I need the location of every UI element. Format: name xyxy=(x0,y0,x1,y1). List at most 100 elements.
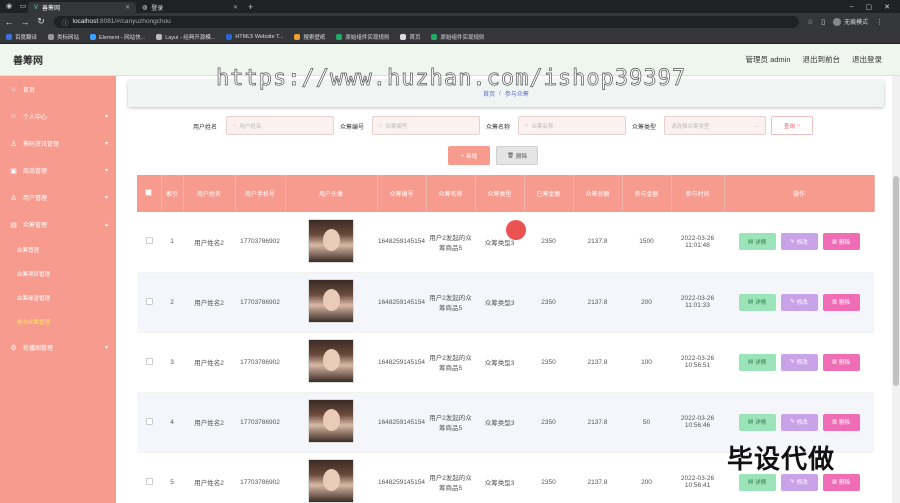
delete-button[interactable]: ▥ 删除 xyxy=(822,353,860,371)
table-row: 1 用户姓名2 17703786902 1648259145154 用户2发起的众筹商品… xyxy=(137,212,874,273)
trash-icon: ▥ xyxy=(831,299,838,305)
trash-icon: ▥ xyxy=(831,479,838,485)
select-all-cell[interactable] xyxy=(137,175,162,212)
browser-menu-icon[interactable]: ◉ xyxy=(4,2,14,11)
batch-delete-button[interactable]: 🗑 删除 xyxy=(496,146,538,165)
window-close-icon[interactable]: ✕ xyxy=(884,3,890,11)
crowd-type-label: 众筹类型 xyxy=(632,125,657,131)
reload-icon[interactable]: ↻ xyxy=(34,16,48,27)
more-icon[interactable]: ⋮ xyxy=(876,18,883,26)
edit-button[interactable]: ✎ 修改 xyxy=(780,353,818,371)
minimize-icon[interactable]: – xyxy=(850,3,854,11)
edit-button[interactable]: ✎ 修改 xyxy=(780,293,818,311)
bookmark-item[interactable]: 原始组件实现规则 xyxy=(336,33,389,41)
column-header: 用户手机号 xyxy=(235,175,286,212)
sidebar-subitem-crowdfunding[interactable]: 众筹管理 xyxy=(0,238,116,262)
sidebar-item-goods[interactable]: ▣ 商品管理 ▾ xyxy=(0,157,116,184)
edit-button[interactable]: ✎ 修改 xyxy=(780,413,818,431)
document-icon: ▤ xyxy=(747,479,754,485)
select-all-checkbox[interactable] xyxy=(145,189,153,196)
sidebar-subitem-participation[interactable]: 参与众筹管理 xyxy=(0,310,116,334)
bookmark-item[interactable]: Element - 网站快... xyxy=(90,33,145,41)
sidebar-item-profile[interactable]: ☺ 个人中心 ▾ xyxy=(0,103,116,130)
query-button[interactable]: 查询 ○ xyxy=(771,116,813,135)
bookmark-item[interactable]: 百度翻译 xyxy=(6,33,37,41)
bookmark-item[interactable]: Layui - 经典开源模... xyxy=(156,33,215,41)
row-checkbox[interactable] xyxy=(145,417,153,425)
tab-login[interactable]: ◍ 登录 ✕ xyxy=(136,2,244,13)
cell-phone: 17703786902 xyxy=(235,272,285,333)
row-checkbox[interactable] xyxy=(145,477,153,485)
row-checkbox[interactable] xyxy=(145,237,153,245)
bookmark-item[interactable]: 原始组件实现规则 xyxy=(431,33,484,41)
detail-button[interactable]: ▤ 详情 xyxy=(738,233,776,251)
sidebar-item-crowdfunding[interactable]: ▤ 众筹管理 ▾ xyxy=(0,211,116,238)
column-header: 参与金额 xyxy=(622,175,672,212)
wallpaper-icon xyxy=(294,33,301,40)
close-icon[interactable]: ✕ xyxy=(125,4,130,11)
cell-crowd-name: 用户2发起的众筹商品5 xyxy=(426,272,475,333)
detail-button[interactable]: ▤ 详情 xyxy=(738,293,776,311)
tab-active[interactable]: V 善筹网 ✕ xyxy=(28,2,136,13)
home-page-icon xyxy=(400,33,407,40)
bookmark-item[interactable]: 搜索壁纸 xyxy=(294,33,325,41)
window-controls: – ▢ ✕ xyxy=(850,3,890,11)
crowd-name-input[interactable]: ○ 众筹名称 xyxy=(518,116,626,135)
sidebar-icon[interactable]: ▯ xyxy=(821,18,825,26)
bookmark-item[interactable]: 类标网站 xyxy=(48,33,79,41)
row-select-cell[interactable] xyxy=(137,452,161,503)
user-name-input[interactable]: ○ 用户姓名 xyxy=(226,116,334,135)
back-icon[interactable]: ← xyxy=(2,17,16,27)
current-user: 管理员 admin xyxy=(745,55,791,64)
row-select-cell[interactable] xyxy=(137,332,161,393)
column-header: 索引 xyxy=(161,175,184,212)
edit-button[interactable]: ✎ 修改 xyxy=(780,473,818,491)
detail-button[interactable]: ▤ 详情 xyxy=(738,413,776,431)
trash-icon: 🗑 xyxy=(507,152,514,159)
delete-button[interactable]: ▥ 删除 xyxy=(822,473,860,491)
cell-time: 2022-03-26 11:01:33 xyxy=(671,272,724,333)
page-scrollbar[interactable] xyxy=(892,76,900,503)
cell-crowd-name: 用户2发起的众筹商品5 xyxy=(426,452,475,503)
sidebar-item-home[interactable]: ⌂ 首页 xyxy=(0,76,116,103)
new-tab-icon[interactable]: + xyxy=(248,2,253,12)
browser-tabs-icon[interactable]: ▭ xyxy=(18,2,28,11)
sidebar-item-users[interactable]: ♙ 用户管理 ▾ xyxy=(0,184,116,211)
edit-button[interactable]: ✎ 修改 xyxy=(780,233,818,251)
folder-icon: ▤ xyxy=(10,221,17,229)
sidebar-subitem-projects[interactable]: 众筹项目管理 xyxy=(0,262,116,286)
row-select-cell[interactable] xyxy=(137,212,161,273)
url-input[interactable]: ⓘ localhost :8081/#/canyuzhongchou xyxy=(54,15,799,28)
sidebar-item-news[interactable]: ♙ 筹码资讯管理 ▾ xyxy=(0,130,116,157)
back-to-front-link[interactable]: 退出到前台 xyxy=(803,54,841,65)
crowd-no-input[interactable]: ○ 众筹编号 xyxy=(372,116,480,135)
forward-icon[interactable]: → xyxy=(18,17,32,27)
star-icon[interactable]: ☆ xyxy=(807,18,813,26)
row-checkbox[interactable] xyxy=(145,297,153,305)
add-button[interactable]: + 新增 xyxy=(448,146,490,165)
detail-button[interactable]: ▤ 详情 xyxy=(738,353,776,371)
close-icon[interactable]: ✕ xyxy=(233,4,238,11)
crowd-no-label: 众筹编号 xyxy=(340,125,365,131)
cell-avatar xyxy=(285,272,377,333)
cell-user-name: 用户姓名2 xyxy=(183,392,235,453)
row-select-cell[interactable] xyxy=(137,392,161,453)
profile-button[interactable]: 无痕模式 xyxy=(833,17,868,26)
delete-button[interactable]: ▥ 删除 xyxy=(822,413,860,431)
watermark-url: https://www.huzhan.com/ishop39397 xyxy=(216,66,687,92)
delete-button[interactable]: ▥ 删除 xyxy=(822,293,860,311)
crowd-type-select[interactable]: 请选择众筹类型 ⌄ xyxy=(664,116,766,135)
row-checkbox[interactable] xyxy=(145,357,153,365)
bookmark-item[interactable]: HTML5 Website T... xyxy=(226,33,283,40)
sidebar-item-carousel[interactable]: ⚙ 轮播图管理 ▾ xyxy=(0,334,116,361)
sidebar-subitem-matching[interactable]: 众筹缘逢管理 xyxy=(0,286,116,310)
scrollbar-thumb[interactable] xyxy=(893,176,899,386)
detail-button[interactable]: ▤ 详情 xyxy=(738,473,776,491)
delete-button[interactable]: ▥ 删除 xyxy=(822,233,860,251)
row-select-cell[interactable] xyxy=(137,272,161,333)
globe-icon: ◍ xyxy=(142,5,148,11)
cell-crowd-name: 用户2发起的众筹商品5 xyxy=(426,212,475,273)
bookmark-item[interactable]: 首页 xyxy=(400,33,420,41)
maximize-icon[interactable]: ▢ xyxy=(866,3,873,11)
logout-link[interactable]: 退出登录 xyxy=(852,54,882,65)
